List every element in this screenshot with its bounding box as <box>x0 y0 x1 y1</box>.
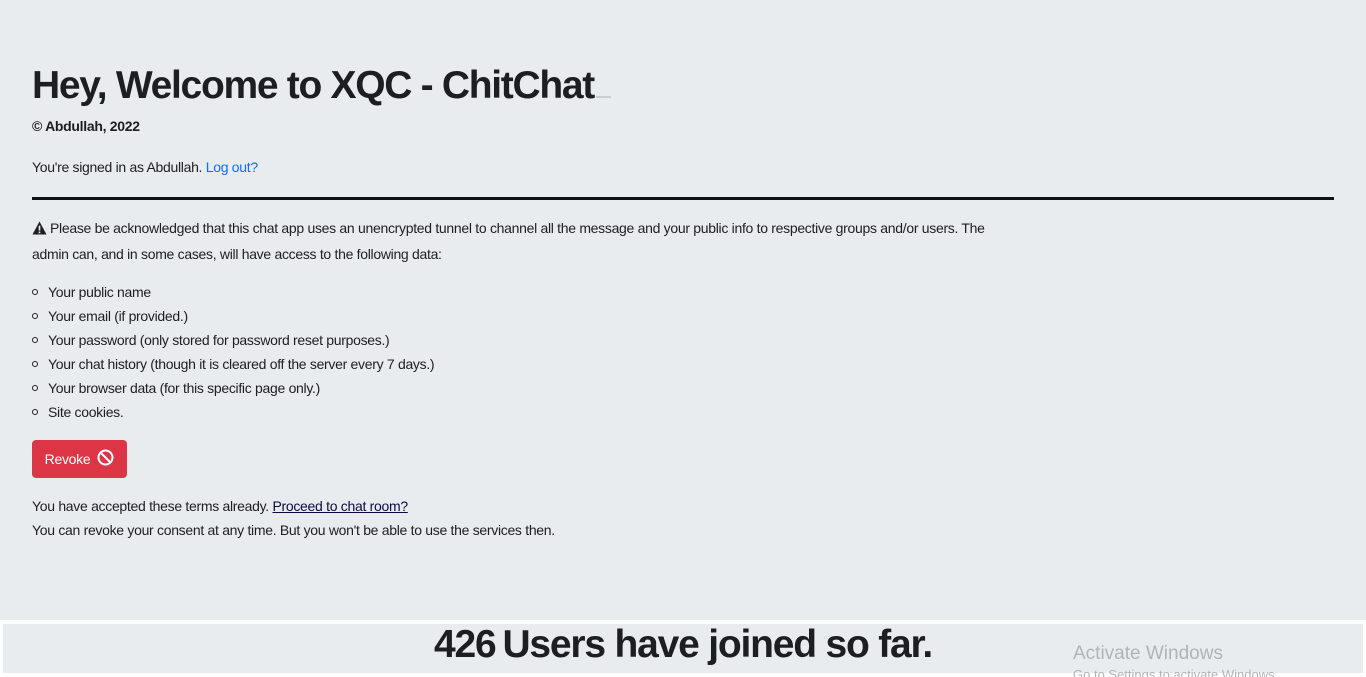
revoke-button-label: Revoke <box>44 451 91 467</box>
revoke-button[interactable]: Revoke <box>32 440 127 478</box>
page: Hey, Welcome to XQC - ChitChat © Abdulla… <box>0 0 1366 677</box>
warning-triangle-icon <box>32 218 47 242</box>
activate-windows-subtitle: Go to Settings to activate Windows. <box>1073 667 1279 677</box>
copyright: © Abdullah, 2022 <box>32 118 140 134</box>
revoke-info: You can revoke your consent at any time.… <box>32 522 555 538</box>
list-item: Your public name <box>32 280 434 304</box>
welcome-panel: Hey, Welcome to XQC - ChitChat © Abdulla… <box>0 0 1366 620</box>
privacy-notice: Please be acknowledged that this chat ap… <box>32 216 992 266</box>
prohibited-icon <box>97 449 114 469</box>
divider <box>32 197 1334 200</box>
signed-in-status: You're signed in as Abdullah. Log out? <box>32 159 258 175</box>
collected-data-list: Your public name Your email (if provided… <box>32 280 435 424</box>
user-count: 426 <box>433 623 497 666</box>
consent-status: You have accepted these terms already. P… <box>32 494 555 542</box>
activate-windows-title: Activate Windows <box>1073 643 1223 664</box>
user-count-text: Users have joined so far. <box>502 623 933 666</box>
proceed-to-chat-link[interactable]: Proceed to chat room? <box>272 498 408 514</box>
list-item: Your browser data (for this specific pag… <box>32 376 434 400</box>
typing-cursor <box>595 96 611 98</box>
page-title: Hey, Welcome to XQC - ChitChat <box>32 62 611 110</box>
list-item: Your chat history (though it is cleared … <box>32 352 435 376</box>
signed-in-text: You're signed in as Abdullah. <box>32 159 203 175</box>
logout-link[interactable]: Log out? <box>206 159 258 175</box>
page-title-text: Hey, Welcome to XQC - ChitChat <box>32 64 595 107</box>
list-item: Your email (if provided.) <box>32 304 434 328</box>
accepted-line: You have accepted these terms already. P… <box>32 494 555 518</box>
privacy-notice-text: Please be acknowledged that this chat ap… <box>32 220 985 262</box>
accepted-text: You have accepted these terms already. <box>32 498 269 514</box>
list-item: Site cookies. <box>32 400 434 424</box>
list-item: Your password (only stored for password … <box>32 328 434 352</box>
